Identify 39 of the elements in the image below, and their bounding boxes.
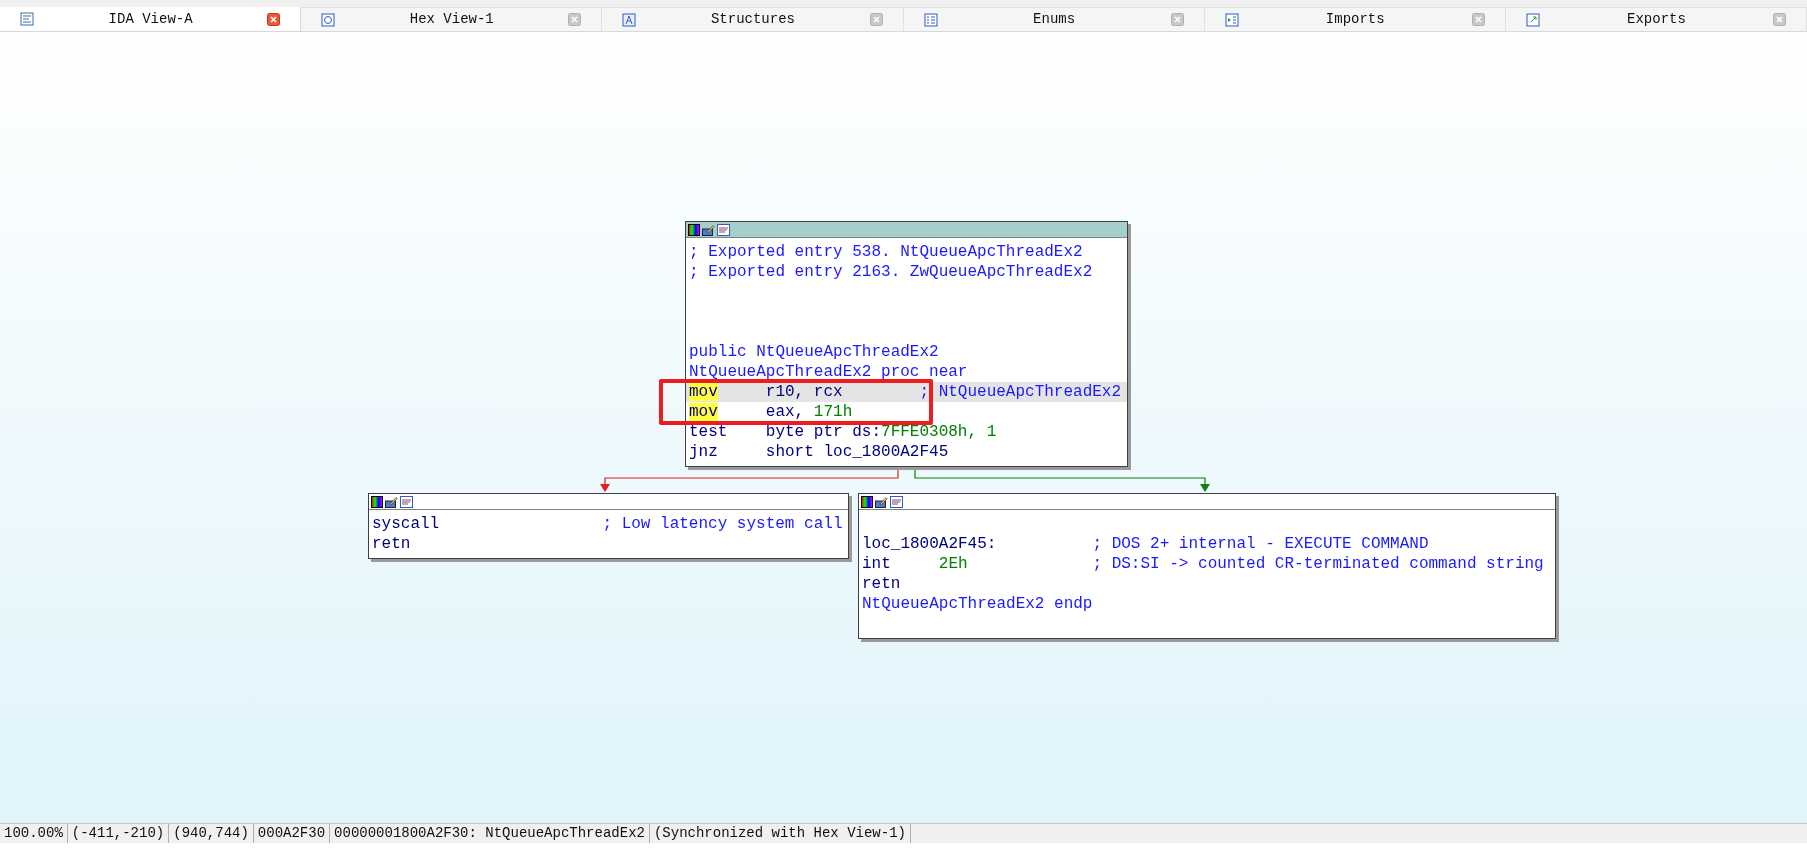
tab-label: IDA View-A xyxy=(107,9,194,29)
tab[interactable]: Hex View-1 xyxy=(301,7,603,31)
document-icon xyxy=(20,12,34,26)
code-line: int 2Eh ; DS:SI -> counted CR-terminated command string xyxy=(861,554,1545,574)
code-line: mov eax, 171h xyxy=(688,402,854,422)
tab-label: Structures xyxy=(709,10,796,29)
code-line: retn xyxy=(371,534,412,554)
tab[interactable]: IDA View-A xyxy=(0,7,302,31)
tab[interactable]: Exports xyxy=(1505,7,1807,31)
comment-line: ; Exported entry 538. NtQueueApcThreadEx2 xyxy=(688,242,1084,262)
tab[interactable]: Enums xyxy=(903,7,1205,31)
palette-icon[interactable] xyxy=(861,495,873,508)
tab-label: Imports xyxy=(1324,10,1386,29)
code-line: NtQueueApcThreadEx2 proc near xyxy=(688,362,969,382)
tab[interactable]: Imports xyxy=(1204,7,1506,31)
comment-line: ; Exported entry 2163. ZwQueueApcThreadEx2 xyxy=(688,262,1094,282)
code-block[interactable] xyxy=(685,221,1128,467)
code-block[interactable]: syscall ; Low latency system call retn xyxy=(368,493,849,559)
code-line: jnz short loc_1800A2F45 xyxy=(688,442,950,462)
pencil-icon[interactable] xyxy=(875,495,888,508)
close-icon[interactable] xyxy=(267,12,281,26)
tab-label: Exports xyxy=(1626,10,1687,29)
letter-a-icon xyxy=(622,12,637,27)
code-line: public NtQueueApcThreadEx2 xyxy=(688,342,940,362)
code-line: loc_1800A2F45: ; DOS 2+ internal - EXECUTE COMMAND xyxy=(861,534,1430,554)
code-line: retn xyxy=(861,574,902,594)
palette-icon[interactable] xyxy=(688,223,700,236)
pencil-icon[interactable] xyxy=(385,495,398,508)
list-icon xyxy=(923,12,938,27)
tab-label: Hex View-1 xyxy=(408,10,495,29)
code-block[interactable]: loc_1800A2F45: ; DOS 2+ internal - EXECUTE COMMAND int 2Eh ; DS:SI -> counted CR-terminated command string retn NtQueueApcThreadEx2 endp xyxy=(858,493,1556,639)
palette-icon[interactable] xyxy=(371,495,383,508)
pencil-icon[interactable] xyxy=(702,223,715,236)
code-line: syscall ; Low latency system call xyxy=(371,514,844,534)
code-line: NtQueueApcThreadEx2 endp xyxy=(861,594,1094,614)
code-line: test byte ptr ds:7FFE0308h, 1 xyxy=(688,422,998,442)
tab[interactable]: Structures xyxy=(602,7,904,31)
tab-label: Enums xyxy=(1032,10,1077,29)
circle-icon xyxy=(321,12,336,27)
